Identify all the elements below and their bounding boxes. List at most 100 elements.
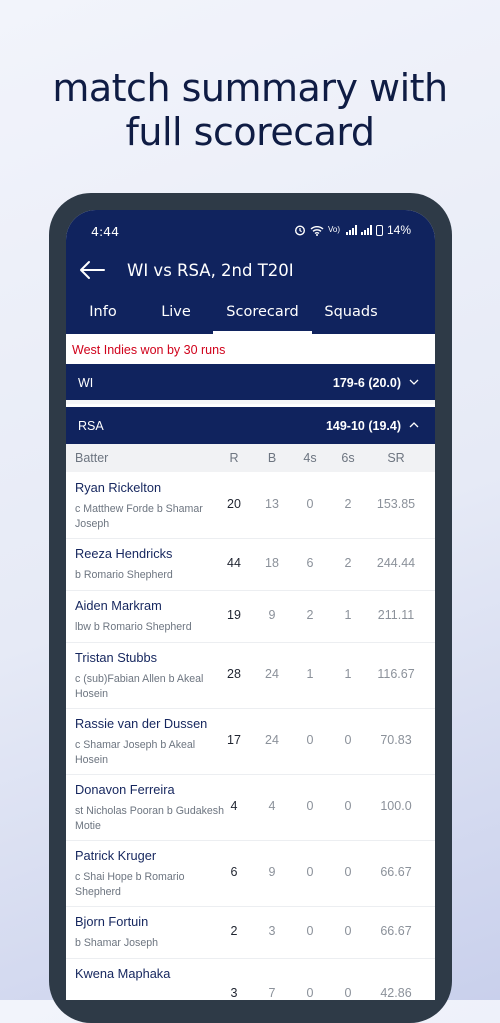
back-arrow-icon[interactable] bbox=[78, 260, 106, 280]
runs: 20 bbox=[227, 497, 241, 511]
title-row: WI vs RSA, 2nd T20I bbox=[78, 258, 294, 282]
batter-name: Bjorn Fortuin bbox=[75, 914, 149, 929]
runs: 19 bbox=[227, 608, 241, 622]
innings-team: RSA bbox=[78, 419, 104, 433]
col-balls: B bbox=[267, 451, 277, 465]
wifi-icon bbox=[310, 225, 324, 236]
sixes: 0 bbox=[344, 733, 352, 747]
dismissal-text: c (sub)Fabian Allen b Akeal Hosein bbox=[75, 673, 204, 700]
fours: 0 bbox=[306, 799, 314, 813]
col-batter: Batter bbox=[75, 451, 109, 465]
fours: 0 bbox=[306, 733, 314, 747]
runs: 2 bbox=[230, 924, 238, 938]
innings-score: 149-10 (19.4) bbox=[325, 419, 401, 433]
dismissal-text: c Shai Hope b Romario Shepherd bbox=[75, 871, 185, 898]
tab-live[interactable]: Live bbox=[148, 304, 204, 320]
col-strike-rate: SR bbox=[387, 451, 405, 465]
tab-bar: Info Live Scorecard Squads bbox=[66, 300, 435, 334]
signal-icon-2 bbox=[360, 225, 372, 235]
balls: 24 bbox=[265, 667, 279, 681]
strike-rate: 66.67 bbox=[380, 865, 412, 879]
strike-rate: 66.67 bbox=[380, 924, 412, 938]
runs: 6 bbox=[230, 865, 238, 879]
fours: 0 bbox=[306, 986, 314, 1000]
table-row[interactable]: Tristan Stubbs c (sub)Fabian Allen b Ake… bbox=[66, 642, 435, 709]
runs: 17 bbox=[227, 733, 241, 747]
chevron-up-icon bbox=[409, 422, 419, 428]
fours: 0 bbox=[306, 865, 314, 879]
table-row[interactable]: Kwena Maphaka 3 7 0 0 42.86 bbox=[66, 958, 435, 1000]
col-runs: R bbox=[229, 451, 239, 465]
fours: 0 bbox=[306, 924, 314, 938]
tab-squads[interactable]: Squads bbox=[319, 304, 383, 320]
innings-divider bbox=[66, 400, 435, 404]
dismissal-text: st Nicholas Pooran b Gudakesh Motie bbox=[75, 805, 224, 832]
strike-rate: 244.44 bbox=[376, 556, 416, 570]
innings-score: 179-6 (20.0) bbox=[332, 376, 401, 390]
strike-rate: 153.85 bbox=[376, 497, 416, 511]
balls: 24 bbox=[265, 733, 279, 747]
table-row[interactable]: Donavon Ferreira st Nicholas Pooran b Gu… bbox=[66, 774, 435, 841]
balls: 3 bbox=[268, 924, 276, 938]
innings-header-wi[interactable]: WI 179-6 (20.0) bbox=[66, 364, 435, 400]
battery-icon bbox=[375, 224, 383, 236]
headline-line-2: full scorecard bbox=[125, 110, 375, 154]
runs: 3 bbox=[230, 986, 238, 1000]
batter-name: Ryan Rickelton bbox=[75, 480, 162, 495]
signal-icon bbox=[345, 225, 357, 235]
promo-headline: match summary with full scorecard bbox=[0, 66, 500, 154]
table-row[interactable]: Bjorn Fortuin b Shamar Joseph 2 3 0 0 66… bbox=[66, 906, 435, 959]
col-sixes: 6s bbox=[341, 451, 355, 465]
runs: 44 bbox=[227, 556, 241, 570]
table-row[interactable]: Reeza Hendricks b Romario Shepherd 44 18… bbox=[66, 538, 435, 591]
balls: 7 bbox=[268, 986, 276, 1000]
dismissal-text: c Matthew Forde b Shamar Joseph bbox=[75, 503, 203, 530]
tab-scorecard[interactable]: Scorecard bbox=[213, 304, 312, 334]
sixes: 0 bbox=[344, 986, 352, 1000]
batter-name: Donavon Ferreira bbox=[75, 782, 175, 797]
batter-name: Tristan Stubbs bbox=[75, 650, 158, 665]
innings-team: WI bbox=[78, 376, 94, 390]
sixes: 2 bbox=[344, 556, 352, 570]
batting-column-header: Batter R B 4s 6s SR bbox=[66, 444, 435, 472]
fours: 0 bbox=[306, 497, 314, 511]
batter-name: Reeza Hendricks bbox=[75, 546, 173, 561]
match-title: WI vs RSA, 2nd T20I bbox=[127, 260, 294, 280]
table-row[interactable]: Ryan Rickelton c Matthew Forde b Shamar … bbox=[66, 472, 435, 539]
app-screen: 4:44 Vo) LTE 14% WI vs RSA, 2nd T20I Inf… bbox=[66, 210, 435, 1000]
strike-rate: 211.11 bbox=[377, 608, 415, 622]
sixes: 0 bbox=[344, 799, 352, 813]
sixes: 1 bbox=[344, 667, 352, 681]
dismissal-text: b Shamar Joseph bbox=[75, 937, 159, 949]
status-bar: 4:44 Vo) LTE 14% bbox=[91, 223, 411, 239]
balls: 13 bbox=[265, 497, 279, 511]
tab-info[interactable]: Info bbox=[75, 304, 131, 320]
balls: 18 bbox=[265, 556, 279, 570]
dismissal-text: c Shamar Joseph b Akeal Hosein bbox=[75, 739, 196, 766]
batter-name: Kwena Maphaka bbox=[75, 966, 171, 981]
balls: 9 bbox=[268, 865, 276, 879]
alarm-icon bbox=[294, 225, 305, 236]
table-row[interactable]: Rassie van der Dussen c Shamar Joseph b … bbox=[66, 708, 435, 775]
strike-rate: 100.0 bbox=[380, 799, 412, 813]
result-banner: West Indies won by 30 runs bbox=[66, 334, 435, 364]
app-header: 4:44 Vo) LTE 14% WI vs RSA, 2nd T20I Inf… bbox=[66, 210, 435, 334]
batter-name: Rassie van der Dussen bbox=[75, 716, 208, 731]
table-row[interactable]: Patrick Kruger c Shai Hope b Romario She… bbox=[66, 840, 435, 907]
fours: 2 bbox=[306, 608, 314, 622]
result-text: West Indies won by 30 runs bbox=[72, 343, 226, 357]
status-icons: Vo) LTE 14% bbox=[294, 223, 411, 237]
runs: 28 bbox=[227, 667, 241, 681]
dismissal-text: lbw b Romario Shepherd bbox=[75, 621, 192, 633]
batter-name: Patrick Kruger bbox=[75, 848, 157, 863]
runs: 4 bbox=[230, 799, 238, 813]
sixes: 1 bbox=[344, 608, 352, 622]
sixes: 0 bbox=[344, 865, 352, 879]
innings-header-rsa[interactable]: RSA 149-10 (19.4) bbox=[66, 405, 435, 444]
batter-name: Aiden Markram bbox=[75, 598, 162, 613]
volte-icon: Vo) LTE bbox=[327, 226, 342, 234]
headline-line-1: match summary with bbox=[52, 66, 448, 110]
table-row[interactable]: Aiden Markram lbw b Romario Shepherd 19 … bbox=[66, 590, 435, 643]
dismissal-text: b Romario Shepherd bbox=[75, 569, 173, 581]
strike-rate: 70.83 bbox=[380, 733, 412, 747]
